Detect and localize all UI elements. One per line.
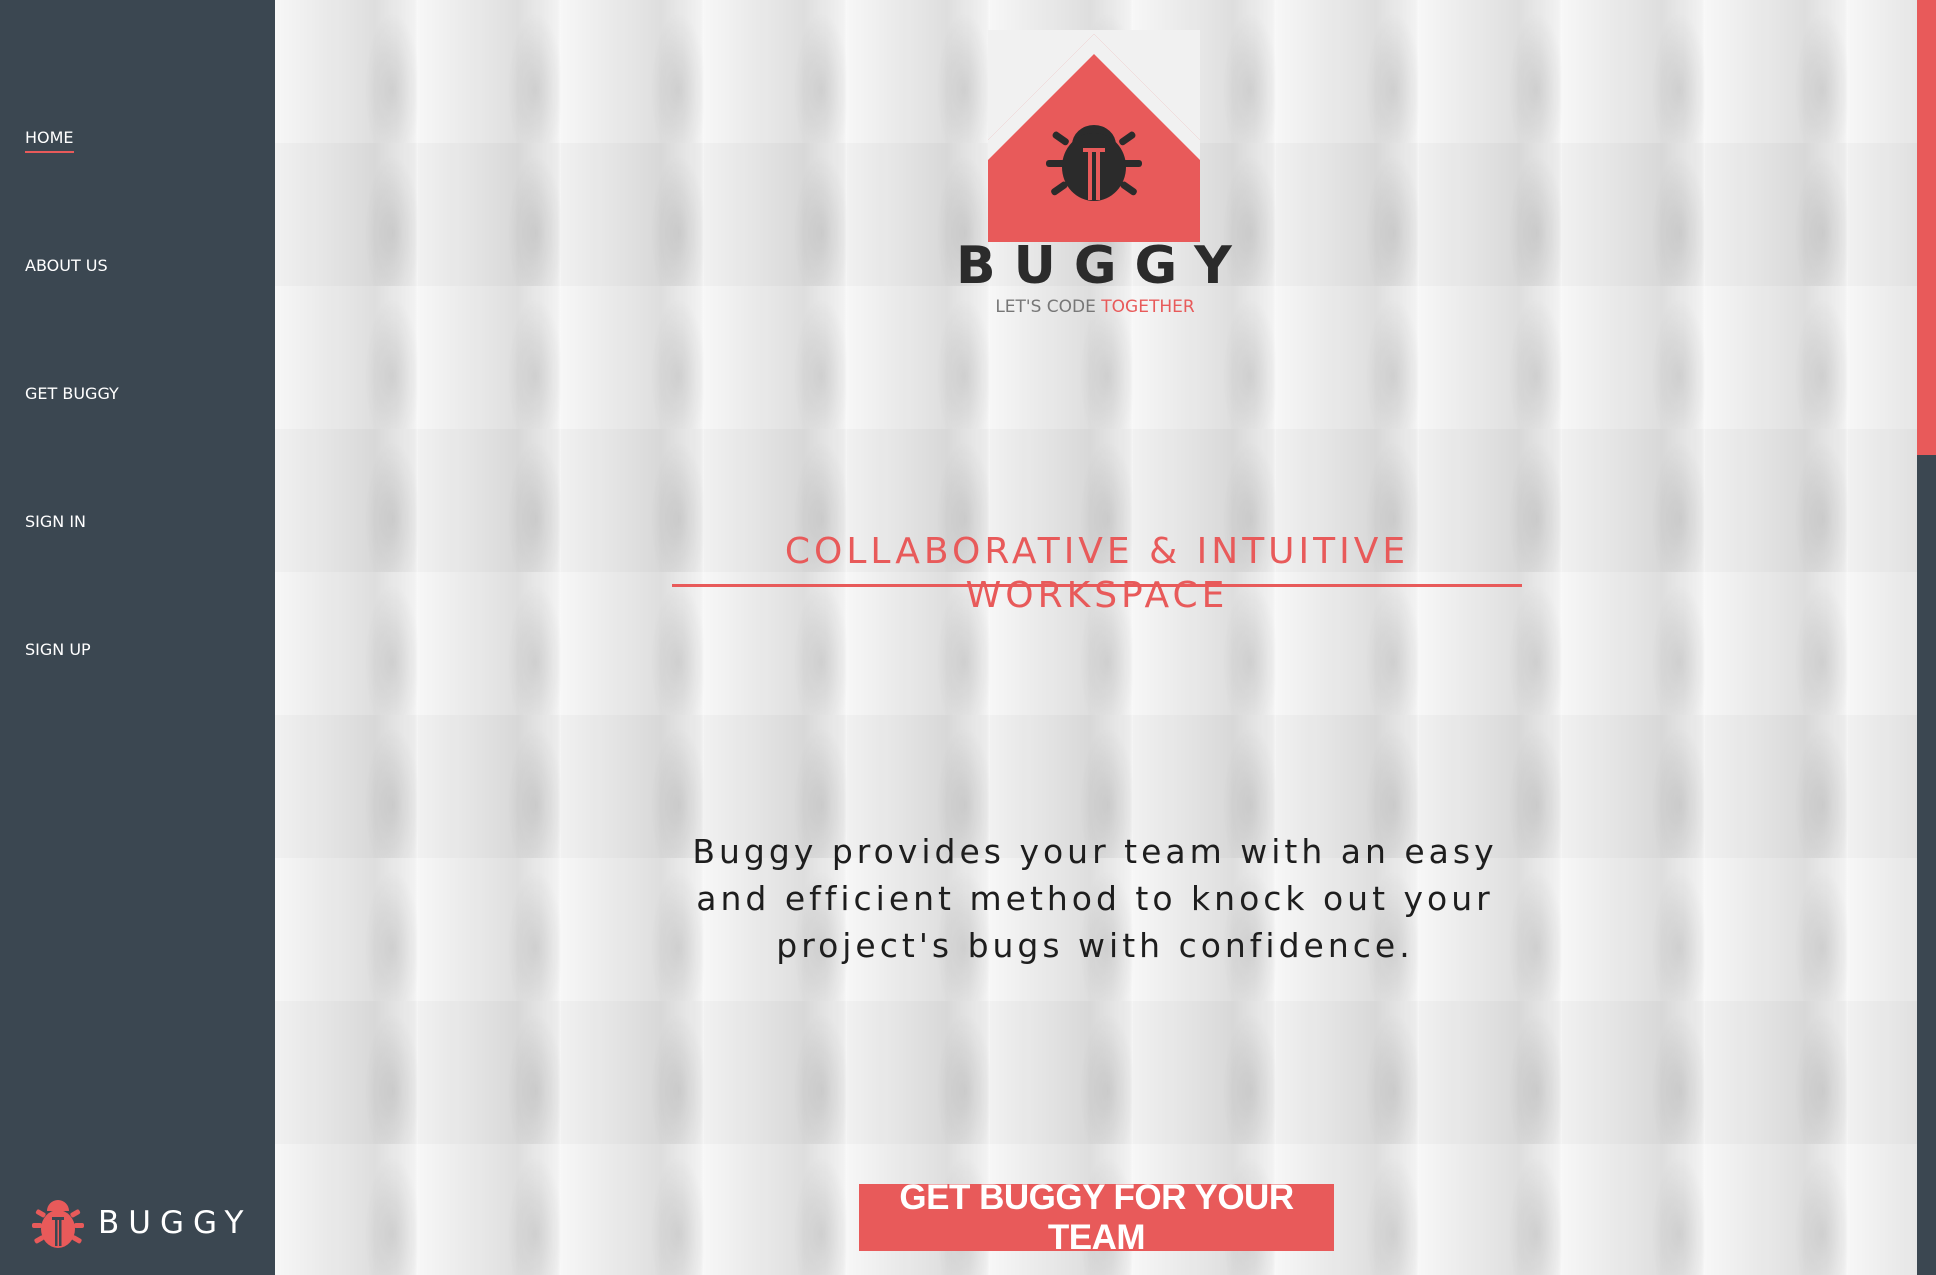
sidebar-logo[interactable]: BUGGY [28,1193,252,1253]
get-buggy-cta-button[interactable]: GET BUGGY FOR YOUR TEAM [859,1178,1334,1257]
tagline: LET'S CODE TOGETHER [956,297,1234,317]
tagline-accent: TOGETHER [1101,297,1195,317]
nav-item-about-us[interactable]: ABOUT US [25,256,108,279]
headline: COLLABORATIVE & INTUITIVE WORKSPACE [784,531,1410,616]
brand-name: BUGGY [956,236,1250,296]
bug-icon [28,1193,88,1253]
house-bug-icon [988,30,1200,242]
description: Buggy provides your team with an easy an… [692,832,1498,965]
nav-item-sign-up[interactable]: SIGN UP [25,640,91,663]
tagline-prefix: LET'S CODE [995,297,1102,317]
nav-item-sign-in[interactable]: SIGN IN [25,512,86,535]
sidebar-logo-text: BUGGY [98,1205,253,1241]
sidebar: HOME ABOUT US GET BUGGY SIGN IN SIGN UP [0,0,275,1275]
scrollbar-thumb[interactable] [1917,0,1936,455]
nav-item-home[interactable]: HOME [25,128,74,153]
nav-item-get-buggy[interactable]: GET BUGGY [25,384,119,407]
scrollbar[interactable] [1917,0,1936,1275]
headline-divider [672,584,1522,587]
